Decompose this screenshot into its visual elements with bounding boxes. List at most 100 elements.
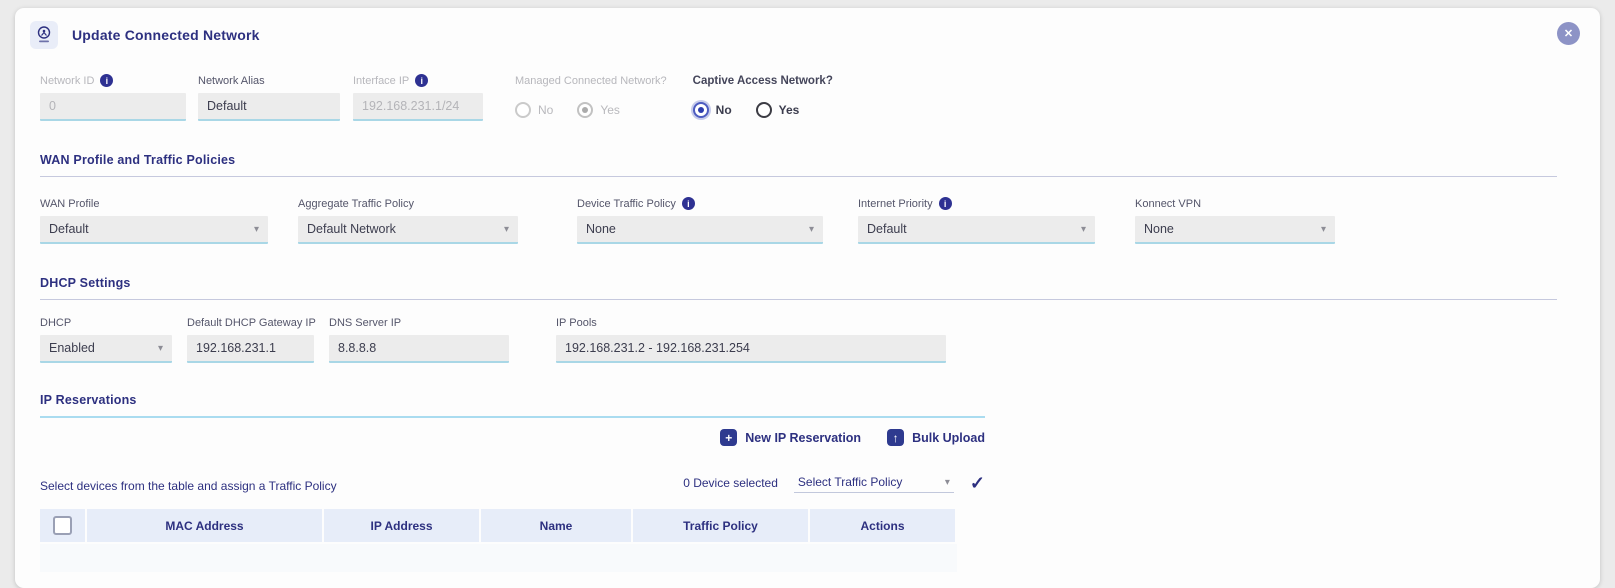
dhcp-select[interactable]: Enabled ▾ [40, 335, 172, 363]
radio-circle-icon [693, 102, 709, 118]
captive-yes-radio[interactable]: Yes [756, 102, 800, 118]
network-alias-input[interactable] [198, 93, 340, 121]
select-traffic-policy-dropdown[interactable]: Select Traffic Policy ▾ [794, 472, 954, 493]
ip-reservations-title: IP Reservations [40, 393, 985, 418]
chevron-down-icon: ▾ [504, 224, 509, 235]
internet-priority-label-text: Internet Priority [858, 198, 933, 210]
device-policy-select[interactable]: None ▾ [577, 216, 823, 244]
policy-assign-row: Select devices from the table and assign… [40, 472, 985, 493]
network-alias-field: Network Alias [198, 74, 340, 121]
wan-profile-value: Default [49, 222, 89, 236]
dhcp-label-text: DHCP [40, 317, 71, 329]
dhcp-field: DHCP Enabled ▾ [40, 316, 172, 363]
chevron-down-icon: ▾ [1321, 224, 1326, 235]
app-logo-icon [30, 21, 58, 49]
interface-ip-label-text: Interface IP [353, 75, 409, 87]
interface-ip-label: Interface IP i [353, 74, 483, 87]
dhcp-section-title: DHCP Settings [40, 276, 1557, 300]
network-id-label: Network ID i [40, 74, 186, 87]
network-alias-label-text: Network Alias [198, 75, 265, 87]
select-all-checkbox[interactable] [53, 516, 72, 535]
captive-network-label: Captive Access Network? [693, 74, 833, 87]
chevron-down-icon: ▾ [1081, 224, 1086, 235]
captive-network-radios: No Yes [693, 99, 833, 121]
column-header-traffic-policy: Traffic Policy [633, 509, 808, 542]
konnect-vpn-value: None [1144, 222, 1174, 236]
interface-ip-input [353, 93, 483, 121]
captive-network-label-text: Captive Access Network? [693, 75, 833, 87]
managed-yes-radio: Yes [577, 102, 620, 118]
managed-network-label-text: Managed Connected Network? [515, 75, 667, 87]
dhcp-value: Enabled [49, 341, 95, 355]
bulk-upload-label: Bulk Upload [912, 431, 985, 445]
managed-no-label: No [538, 103, 553, 117]
dns-input[interactable] [329, 335, 509, 363]
internet-priority-field: Internet Priority i Default ▾ [858, 197, 1095, 244]
dhcp-label: DHCP [40, 316, 172, 329]
network-id-input [40, 93, 186, 121]
column-header-ip-address: IP Address [324, 509, 479, 542]
wan-fields-row: WAN Profile Default ▾ Aggregate Traffic … [40, 197, 1600, 244]
managed-no-radio: No [515, 102, 553, 118]
konnect-vpn-label-text: Konnect VPN [1135, 198, 1201, 210]
wan-profile-label: WAN Profile [40, 197, 268, 210]
dhcp-fields-row: DHCP Enabled ▾ Default DHCP Gateway IP D… [40, 316, 1600, 363]
dialog-header: Update Connected Network [30, 20, 1600, 50]
dialog-title: Update Connected Network [72, 27, 260, 43]
device-policy-label: Device Traffic Policy i [577, 197, 823, 210]
info-icon[interactable]: i [415, 74, 428, 87]
managed-network-radios: No Yes [515, 99, 667, 121]
ip-reservations-area: + New IP Reservation ↑ Bulk Upload Selec… [40, 429, 985, 493]
chevron-down-icon: ▾ [158, 343, 163, 354]
plus-icon: + [720, 429, 737, 446]
chevron-down-icon: ▾ [809, 224, 814, 235]
konnect-vpn-field: Konnect VPN None ▾ [1135, 197, 1335, 244]
internet-priority-select[interactable]: Default ▾ [858, 216, 1095, 244]
column-header-mac-address: MAC Address [87, 509, 322, 542]
managed-network-group: Managed Connected Network? No Yes [515, 74, 667, 121]
select-traffic-policy-value: Select Traffic Policy [798, 475, 902, 489]
chevron-down-icon: ▾ [254, 224, 259, 235]
aggregate-policy-field: Aggregate Traffic Policy Default Network… [298, 197, 518, 244]
network-id-label-text: Network ID [40, 75, 94, 87]
column-header-actions: Actions [810, 509, 955, 542]
captive-no-radio[interactable]: No [693, 102, 732, 118]
table-empty-row [40, 544, 957, 572]
aggregate-policy-label-text: Aggregate Traffic Policy [298, 198, 414, 210]
upload-icon: ↑ [887, 429, 904, 446]
info-icon[interactable]: i [100, 74, 113, 87]
captive-network-group: Captive Access Network? No Yes [693, 74, 833, 121]
ip-reservations-table: MAC Address IP Address Name Traffic Poli… [40, 509, 960, 572]
bulk-upload-button[interactable]: ↑ Bulk Upload [887, 429, 985, 446]
internet-priority-value: Default [867, 222, 907, 236]
close-icon[interactable]: ✕ [1557, 22, 1580, 45]
ip-pools-input[interactable] [556, 335, 946, 363]
chevron-down-icon: ▾ [945, 477, 950, 488]
aggregate-policy-select[interactable]: Default Network ▾ [298, 216, 518, 244]
dns-field: DNS Server IP [329, 316, 509, 363]
wan-section-title: WAN Profile and Traffic Policies [40, 153, 1557, 177]
apply-policy-check-icon[interactable]: ✓ [970, 474, 985, 492]
ip-pools-label: IP Pools [556, 316, 946, 329]
gateway-input[interactable] [187, 335, 314, 363]
dns-label: DNS Server IP [329, 316, 509, 329]
new-ip-reservation-button[interactable]: + New IP Reservation [720, 429, 861, 446]
wan-profile-label-text: WAN Profile [40, 198, 100, 210]
info-icon[interactable]: i [939, 197, 952, 210]
aggregate-policy-label: Aggregate Traffic Policy [298, 197, 518, 210]
captive-yes-label: Yes [779, 103, 800, 117]
wan-profile-select[interactable]: Default ▾ [40, 216, 268, 244]
gateway-label-text: Default DHCP Gateway IP [187, 317, 316, 329]
radio-circle-icon [515, 102, 531, 118]
network-id-field: Network ID i [40, 74, 186, 121]
device-selected-count: 0 Device selected [683, 476, 778, 490]
interface-ip-field: Interface IP i [353, 74, 483, 121]
info-icon[interactable]: i [682, 197, 695, 210]
basic-fields-row: Network ID i Network Alias Interface IP … [40, 74, 1600, 121]
ip-pools-label-text: IP Pools [556, 317, 597, 329]
konnect-vpn-select[interactable]: None ▾ [1135, 216, 1335, 244]
dns-label-text: DNS Server IP [329, 317, 401, 329]
column-header-name: Name [481, 509, 631, 542]
network-alias-label: Network Alias [198, 74, 340, 87]
new-ip-reservation-label: New IP Reservation [745, 431, 861, 445]
